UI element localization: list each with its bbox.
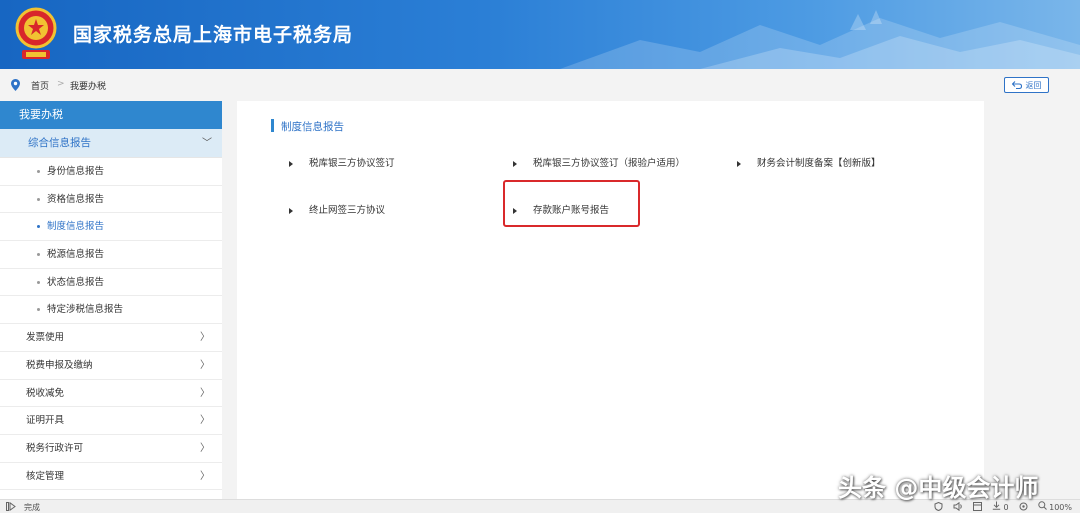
bullet-dot-icon [37, 308, 40, 312]
chevron-right-icon: 〉 [200, 359, 210, 371]
highlight-box [503, 180, 640, 227]
chevron-right-icon: 〉 [200, 415, 210, 427]
bullet-triangle-icon [289, 160, 293, 167]
item-tax-bank-agreement[interactable]: 税库银三方协议签订 [289, 155, 395, 169]
sidebar-sub-item[interactable]: 特定涉税信息报告 [0, 296, 222, 325]
sidebar-sub-item[interactable]: 资格信息报告 [0, 186, 222, 214]
sidebar-menu-label: 核定管理 [26, 470, 65, 482]
chevron-down-icon: ﹀ [202, 138, 212, 149]
chevron-right-icon: 〉 [200, 332, 210, 344]
sidebar: 我要办税 综合信息报告 ﹀ 身份信息报告 资格信息报告 制度信息报告 税源信息报告 状态… [0, 101, 222, 499]
window-icon[interactable] [972, 502, 982, 511]
back-button[interactable]: 返回 [1004, 77, 1049, 93]
chevron-right-icon: 〉 [200, 387, 210, 399]
item-tax-bank-agreement-inspection[interactable]: 税库银三方协议签订（报验户适用） [513, 155, 685, 169]
bullet-dot-icon [37, 225, 40, 229]
chevron-right-icon: 〉 [200, 470, 210, 482]
sidebar-menu-item[interactable]: 税费申报及缴纳 〉 [0, 352, 222, 380]
sidebar-menu-item[interactable]: 税收减免 〉 [0, 380, 222, 408]
settings-icon[interactable] [1019, 502, 1028, 511]
sidebar-sub-item[interactable]: 税源信息报告 [0, 241, 222, 269]
sidebar-sub-item-label: 身份信息报告 [47, 166, 105, 177]
return-arrow-icon [1011, 81, 1022, 89]
sidebar-menu-label: 税务行政许可 [26, 442, 84, 454]
sidebar-sub-item-label: 状态信息报告 [47, 276, 105, 288]
watermark: 头条 @中级会计师 [838, 474, 1039, 502]
sidebar-menu-item[interactable]: 核定管理 〉 [0, 463, 222, 491]
sidebar-sub-item-label: 资格信息报告 [47, 193, 105, 205]
sidebar-sub-item-label: 税源信息报告 [47, 249, 105, 261]
sidebar-menu-item[interactable]: 税务行政许可 〉 [0, 435, 222, 463]
bullet-dot-icon [37, 253, 40, 257]
chevron-right-icon: 〉 [200, 442, 210, 454]
bullet-triangle-icon [737, 160, 741, 167]
breadcrumb-separator: > [57, 79, 65, 89]
sidebar-group-label: 综合信息报告 [28, 137, 91, 149]
bullet-dot-icon [37, 170, 40, 173]
sidebar-sub-item[interactable]: 身份信息报告 [0, 158, 222, 186]
zoom-level[interactable]: 100% [1049, 503, 1072, 512]
sidebar-top-tax-handling[interactable]: 我要办税 [0, 101, 222, 129]
sidebar-sub-item-label: 特定涉税信息报告 [47, 304, 124, 316]
bullet-triangle-icon [513, 160, 517, 167]
item-label: 税库银三方协议签订（报验户适用） [533, 158, 686, 169]
sidebar-group-comprehensive-report[interactable]: 综合信息报告 ﹀ [0, 129, 222, 158]
item-terminate-agreement[interactable]: 终止网签三方协议 [289, 202, 385, 216]
section-marker [271, 119, 274, 132]
status-text: 完成 [24, 503, 40, 512]
bullet-dot-icon [37, 197, 40, 201]
sidebar-menu-label: 证明开具 [26, 415, 65, 427]
sidebar-menu-item[interactable]: 证明开具 〉 [0, 407, 222, 435]
back-button-label: 返回 [1025, 80, 1042, 90]
sidebar-menu-item[interactable]: 发票使用 〉 [0, 324, 222, 352]
sidebar-menu-label: 发票使用 [26, 332, 65, 344]
sidebar-sub-item-label: 制度信息报告 [47, 221, 105, 233]
page-status-icon [6, 502, 16, 511]
section-title: 制度信息报告 [281, 121, 344, 133]
tax-emblem-icon [15, 7, 57, 59]
bullet-triangle-icon [289, 207, 293, 214]
shield-check-icon[interactable] [934, 502, 943, 511]
main-panel: 制度信息报告 税库银三方协议签订 税库银三方协议签订（报验户适用） 财务会计制度… [237, 101, 984, 499]
sidebar-menu-label: 税收减免 [26, 387, 65, 399]
item-label: 税库银三方协议签订 [309, 158, 395, 169]
sidebar-menu-list: 发票使用〉税费申报及缴纳〉税收减免〉证明开具〉税务行政许可〉核定管理〉 [0, 324, 222, 491]
item-accounting-system-filing[interactable]: 财务会计制度备案【创新版】 [737, 155, 881, 169]
sidebar-sub-item[interactable]: 制度信息报告 [0, 213, 222, 242]
sidebar-menu-label: 税费申报及缴纳 [26, 359, 93, 371]
breadcrumb-home[interactable]: 首页 [31, 79, 49, 92]
breadcrumb: 首页 > 我要办税 返回 [0, 69, 1080, 101]
location-pin-icon [11, 79, 20, 91]
download-count: 0 [1003, 503, 1009, 512]
site-header: 国家税务总局上海市电子税务局 [0, 0, 1080, 69]
breadcrumb-current: 我要办税 [70, 82, 107, 92]
speaker-icon[interactable] [953, 502, 963, 511]
sidebar-sub-list: 身份信息报告 资格信息报告 制度信息报告 税源信息报告 状态信息报告特定涉税信息报告 [0, 158, 222, 325]
site-title: 国家税务总局上海市电子税务局 [73, 24, 354, 46]
item-label: 终止网签三方协议 [309, 205, 386, 216]
bullet-dot-icon [37, 280, 40, 284]
zoom-icon[interactable] [1037, 501, 1047, 510]
sidebar-sub-item[interactable]: 状态信息报告 [0, 269, 222, 297]
item-label: 财务会计制度备案【创新版】 [757, 158, 881, 169]
